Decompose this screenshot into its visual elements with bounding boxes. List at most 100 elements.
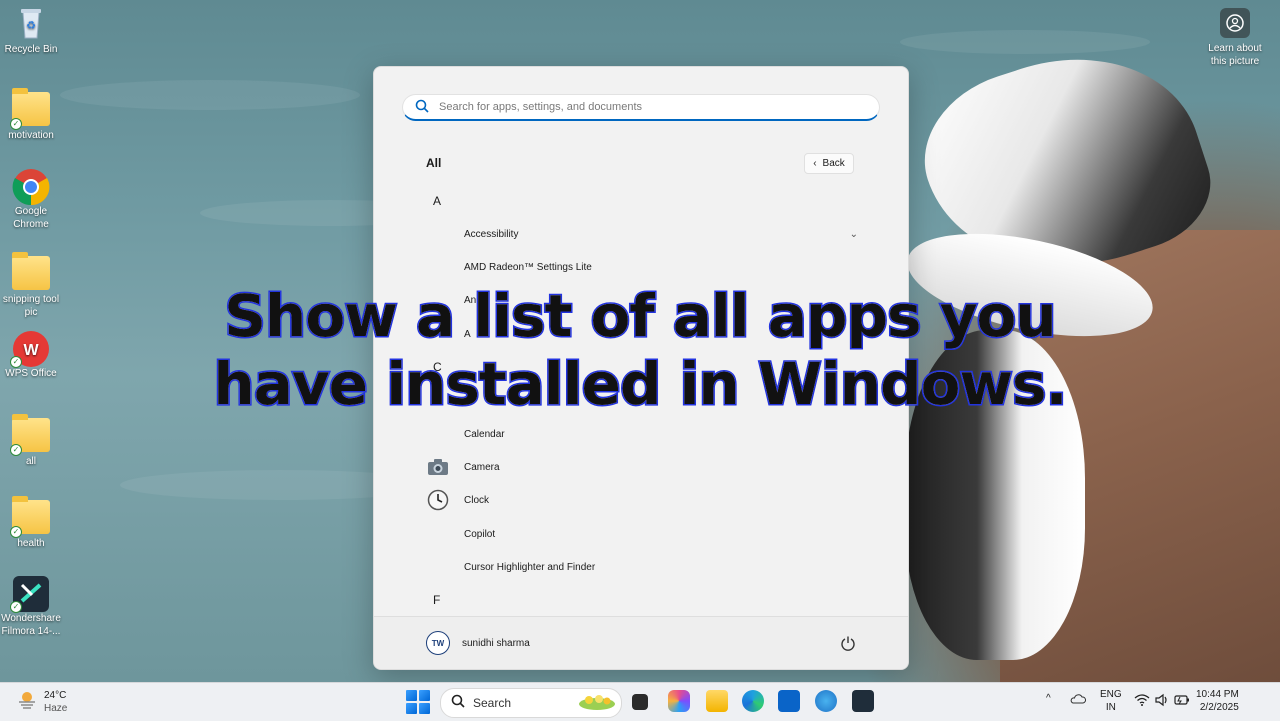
globe-app-icon[interactable] [815, 690, 837, 712]
file-explorer-icon[interactable] [706, 690, 728, 712]
recycle-bin-icon: ♻ [12, 6, 50, 40]
amd-radeon-icon [426, 255, 450, 279]
clock-date: 2/2/2025 [1199, 702, 1239, 713]
desktop-icon-filmora[interactable]: ✓ Wondershare Filmora 14-... [0, 575, 63, 638]
task-view-icon[interactable] [632, 694, 648, 710]
desktop-icon-label: all [25, 456, 36, 467]
sync-check-icon: ✓ [10, 444, 22, 456]
app-label: Camera [464, 461, 500, 473]
sync-check-icon: ✓ [10, 526, 22, 538]
app-item-copilot[interactable]: Copilot [418, 519, 858, 549]
water-wave [60, 80, 360, 110]
camera-person-icon [1220, 8, 1250, 38]
sync-check-icon: ✓ [10, 118, 22, 130]
desktop-icon-label: snipping tool pic [2, 294, 60, 318]
caption-line-2: have installed in Windows. [212, 349, 1069, 420]
outlook-icon[interactable] [778, 690, 800, 712]
windows-logo-tile [419, 690, 430, 701]
app-item-accessibility[interactable]: Accessibility ⌄ [418, 219, 858, 249]
desktop-icon-motivation[interactable]: ✓ motivation [0, 88, 63, 142]
app-item-clock[interactable]: Clock [418, 485, 858, 515]
desktop-icon-label: motivation [8, 130, 54, 141]
camera-icon [426, 455, 450, 479]
group-letter-a[interactable]: A [433, 194, 441, 208]
language-code: ENG [1100, 689, 1122, 700]
user-name: sunidhi sharma [462, 637, 530, 649]
onedrive-icon[interactable] [1070, 693, 1087, 707]
calendar-icon [426, 422, 450, 446]
folder-icon [12, 252, 50, 290]
desktop-icon-health[interactable]: ✓ health [0, 496, 63, 550]
app-label: AMD Radeon™ Settings Lite [464, 261, 592, 273]
chevron-up-icon[interactable]: ^ [1046, 693, 1051, 704]
taskbar-search[interactable]: Search [440, 688, 622, 718]
weather-condition: Haze [44, 702, 68, 714]
chevron-left-icon: ‹ [813, 158, 817, 169]
filmora-icon: ✓ [10, 575, 50, 613]
chrome-icon [12, 168, 50, 206]
back-label: Back [822, 158, 845, 169]
language-region: IN [1105, 702, 1116, 713]
app-label: Calendar [464, 428, 505, 440]
taskbar-clock[interactable]: 10:44 PM 2/2/2025 [1196, 688, 1239, 714]
language-indicator[interactable]: ENG IN [1100, 688, 1122, 714]
svg-text:W: W [23, 342, 39, 359]
search-icon [415, 99, 429, 116]
desktop-icon-all[interactable]: ✓ all [0, 414, 63, 468]
taskbar: 24°C Haze Search ^ ENG IN 10:44 PM 2/2/2… [0, 682, 1280, 721]
app-label: Clock [464, 494, 490, 506]
video-caption-overlay: Show a list of all apps you have install… [180, 281, 1100, 420]
start-button[interactable] [406, 690, 430, 714]
app-label: Accessibility [464, 228, 519, 240]
desktop-icon-wps-office[interactable]: W ✓ WPS Office [0, 330, 63, 380]
learn-about-label: Learn about this picture [1208, 43, 1262, 67]
desktop-icon-snipping-tool-pic[interactable]: snipping tool pic [0, 252, 63, 319]
copilot-icon [426, 522, 450, 546]
volume-icon[interactable] [1154, 693, 1170, 710]
windows-logo-tile [406, 690, 417, 701]
filmora-icon[interactable] [852, 690, 874, 712]
svg-text:♻: ♻ [26, 20, 36, 32]
desktop-icon-label: health [17, 538, 45, 549]
desktop-icon-recycle-bin[interactable]: ♻ Recycle Bin [0, 6, 63, 56]
app-item-amd-radeon[interactable]: AMD Radeon™ Settings Lite [418, 252, 858, 282]
search-highlight-icon [577, 690, 617, 717]
accessibility-folder-icon [426, 222, 450, 246]
weather-temperature: 24°C [44, 689, 67, 701]
desktop-icon-label: Recycle Bin [4, 44, 58, 55]
app-label: Copilot [464, 528, 496, 540]
folder-icon: ✓ [10, 496, 50, 538]
wps-office-icon: W ✓ [10, 330, 50, 368]
folder-icon: ✓ [10, 88, 50, 130]
learn-about-picture[interactable]: Learn about this picture [1200, 8, 1270, 68]
windows-logo-tile [419, 703, 430, 714]
caption-line-1: Show a list of all apps you [223, 281, 1058, 352]
group-letter-f[interactable]: F [433, 593, 440, 607]
chevron-down-icon[interactable]: ⌄ [850, 229, 858, 240]
avatar: TW [426, 631, 450, 655]
app-item-calendar[interactable]: Calendar [418, 419, 858, 449]
sync-check-icon: ✓ [10, 601, 22, 613]
back-button[interactable]: ‹ Back [804, 153, 854, 174]
desktop-icon-label: Wondershare Filmora 14-... [1, 613, 61, 637]
desktop-icon-chrome[interactable]: Google Chrome [0, 168, 63, 231]
water-wave [900, 30, 1150, 54]
weather-widget[interactable]: 24°C Haze [16, 688, 67, 715]
clock-icon [426, 488, 450, 512]
clock-time: 10:44 PM [1196, 689, 1239, 700]
windows-logo-tile [406, 703, 417, 714]
copilot-icon[interactable] [668, 690, 690, 712]
cursor-highlighter-icon [426, 555, 450, 579]
power-icon[interactable] [840, 635, 856, 651]
desktop-icon-label: WPS Office [5, 368, 57, 379]
user-account-button[interactable]: TW sunidhi sharma [426, 631, 530, 655]
edge-icon[interactable] [742, 690, 764, 712]
wifi-icon[interactable] [1134, 693, 1150, 710]
app-item-cursor-highlighter[interactable]: Cursor Highlighter and Finder [418, 552, 858, 582]
desktop-icon-label: Google Chrome [13, 206, 49, 230]
app-item-camera[interactable]: Camera [418, 452, 858, 482]
start-search-input[interactable] [437, 100, 879, 114]
start-menu-footer: TW sunidhi sharma [374, 616, 908, 669]
start-search-box[interactable] [402, 94, 880, 121]
battery-icon[interactable] [1174, 693, 1190, 710]
